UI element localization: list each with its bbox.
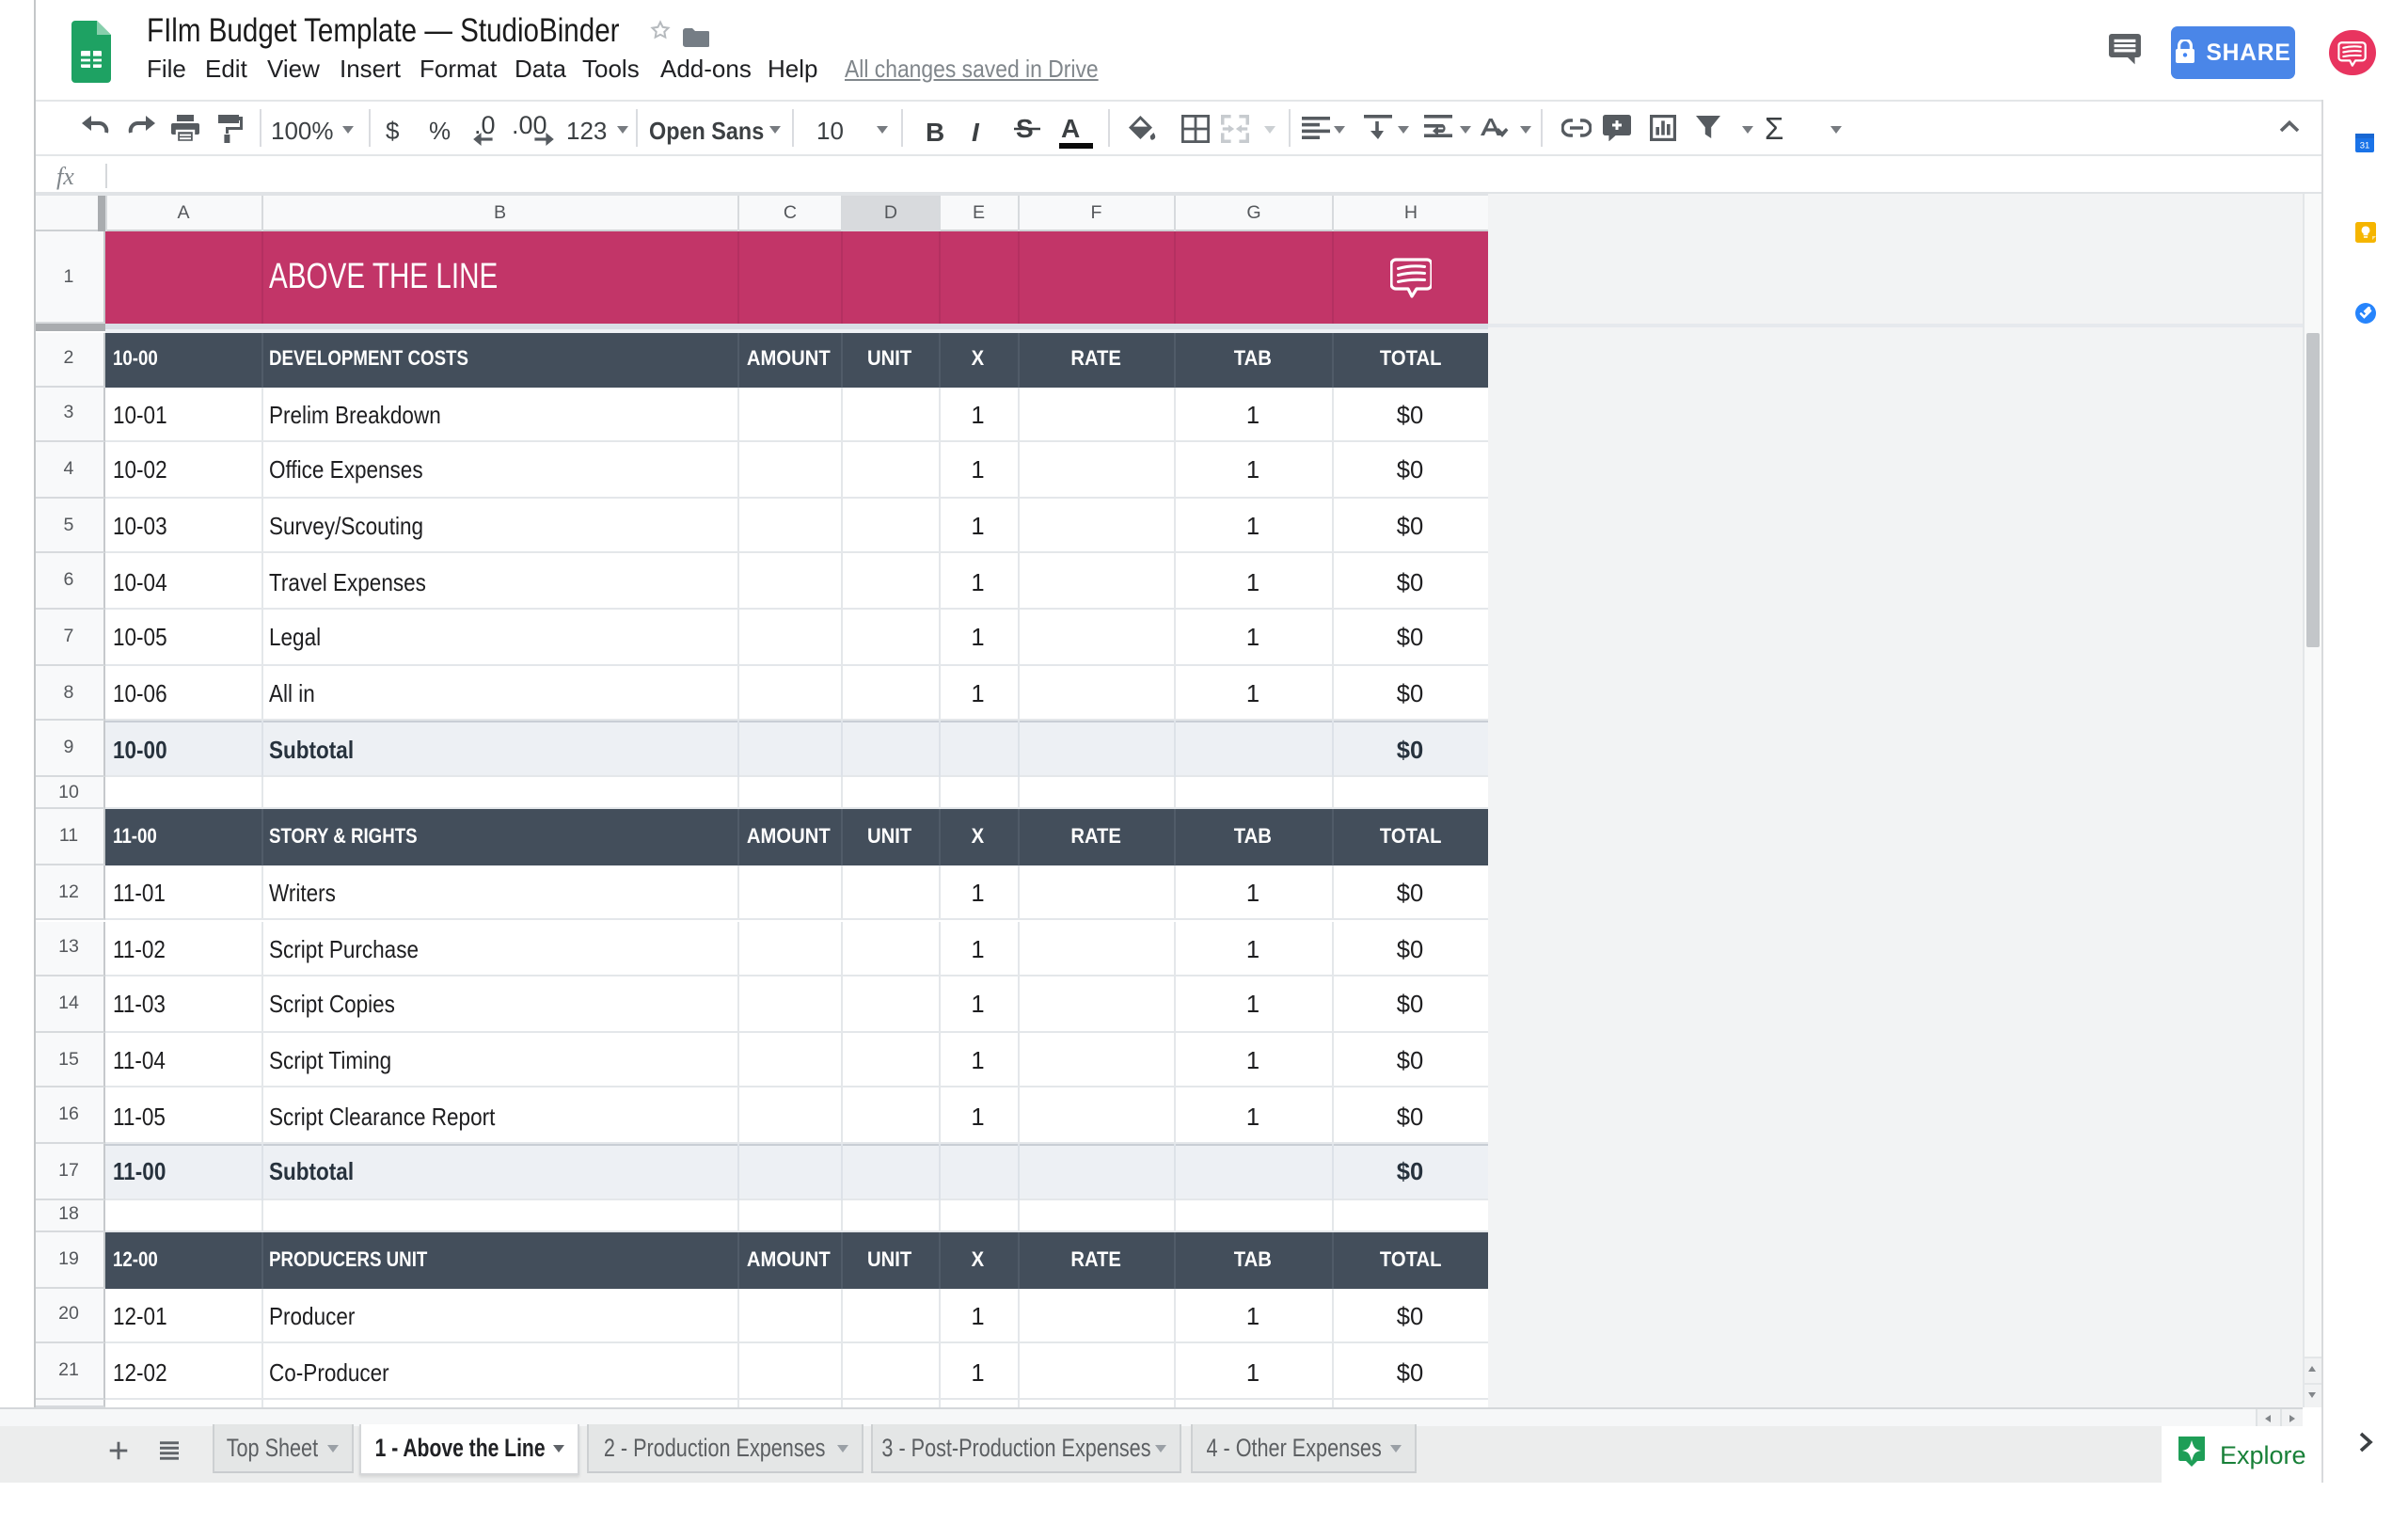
- svg-text:.0: .0: [474, 111, 496, 139]
- svg-text:31: 31: [2360, 140, 2370, 151]
- svg-text:.00: .00: [512, 111, 547, 139]
